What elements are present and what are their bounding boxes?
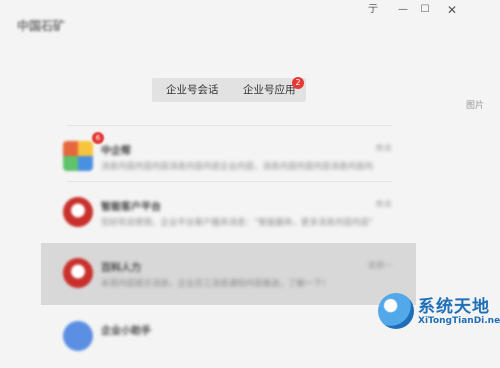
- tab-enterprise-apps[interactable]: 企业号应用: [243, 78, 296, 102]
- conversation-name: 百科人力: [101, 263, 141, 274]
- maximize-button[interactable]: ☐: [416, 2, 434, 18]
- title-bar: 中国石矿 亍 — ☐ ✕: [0, 0, 500, 33]
- side-label: 图片: [466, 101, 485, 111]
- avatar: [63, 197, 93, 227]
- close-button[interactable]: ✕: [443, 2, 461, 18]
- conversation-item[interactable]: 6 中企帮 消息内容内容内容消息内容内容企业内容，消息内容内容内容消息内容内 昨…: [41, 126, 416, 188]
- conversation-time: 昨天: [376, 144, 392, 153]
- window-title: 中国石矿: [17, 19, 66, 33]
- conversation-item[interactable]: 智能客户平台 您好欢迎使用，企业平台客户服务消息：“智能服务，更多消息内容内容”…: [41, 182, 416, 244]
- pin-button[interactable]: 亍: [364, 2, 382, 18]
- conversation-preview: 本周内容提示消息，企业员工消息通知内容推送，了解一下！: [101, 279, 331, 289]
- watermark-url: XiTongTianDi.net: [418, 316, 500, 326]
- watermark-logo-icon: [378, 293, 414, 329]
- conversation-item[interactable]: 企业小助手: [41, 306, 416, 368]
- conversation-item-selected[interactable]: 百科人力 本周内容提示消息，企业员工消息通知内容推送，了解一下！ 星期一: [41, 243, 416, 305]
- conversation-name: 中企帮: [101, 146, 131, 157]
- watermark-title: 系统天地: [418, 297, 490, 317]
- minimize-button[interactable]: —: [394, 2, 412, 18]
- site-watermark: 系统天地 XiTongTianDi.net: [378, 290, 500, 333]
- conversation-name: 智能客户平台: [101, 202, 161, 213]
- conversation-preview: 消息内容内容内容消息内容内容企业内容，消息内容内容内容消息内容内: [101, 162, 374, 172]
- tab-enterprise-conversations[interactable]: 企业号会话: [166, 78, 219, 102]
- conversation-name: 企业小助手: [101, 326, 151, 337]
- tab-apps-badge: 2: [292, 77, 304, 89]
- conversation-time: 昨天: [376, 200, 392, 209]
- avatar: [63, 141, 93, 171]
- avatar: [63, 258, 93, 288]
- tab-switcher: 企业号会话 企业号应用 2: [152, 77, 306, 102]
- conversation-preview: 您好欢迎使用，企业平台客户服务消息：“智能服务，更多消息内容内容”: [101, 218, 374, 228]
- avatar: [63, 321, 93, 351]
- conversation-time: 星期一: [368, 261, 392, 270]
